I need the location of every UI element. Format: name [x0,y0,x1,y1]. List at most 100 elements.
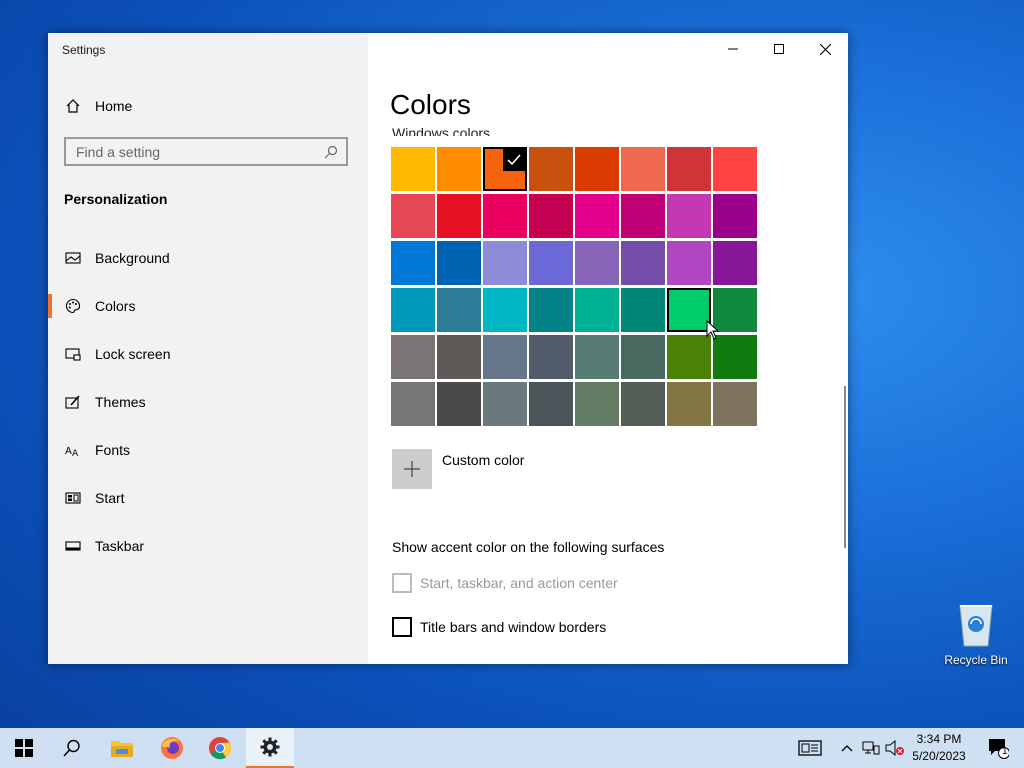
color-swatch[interactable] [667,147,711,191]
file-explorer-button[interactable] [98,728,146,768]
color-swatch[interactable] [713,194,757,238]
color-swatch[interactable] [713,147,757,191]
folder-icon [111,741,133,757]
color-swatch[interactable] [529,194,573,238]
color-swatch[interactable] [667,382,711,426]
color-swatch[interactable] [437,288,481,332]
color-swatch[interactable] [713,241,757,285]
recycle-bin-label: Recycle Bin [944,653,1008,667]
settings-button[interactable] [246,728,294,768]
clock[interactable]: 3:34 PM 5/20/2023 [908,731,970,765]
close-button[interactable] [802,33,848,65]
color-swatch[interactable] [437,194,481,238]
color-swatch[interactable] [575,382,619,426]
color-swatch[interactable] [483,288,527,332]
network-icon [862,741,880,755]
recycle-bin[interactable]: Recycle Bin [938,600,1014,667]
color-swatch[interactable] [667,288,711,332]
color-swatch[interactable] [575,288,619,332]
color-swatch[interactable] [575,241,619,285]
chrome-button[interactable] [196,728,244,768]
sidebar-item-taskbar[interactable]: Taskbar [48,530,368,562]
sidebar-item-background[interactable]: Background [48,242,368,274]
chrome-icon [209,737,232,760]
recycle-bin-icon [959,605,993,647]
color-swatch[interactable] [529,288,573,332]
volume-muted-icon [885,740,904,756]
sidebar-item-label: Lock screen [95,346,171,362]
color-swatch[interactable] [483,382,527,426]
search-input[interactable]: Find a setting [64,137,348,166]
sidebar-item-themes[interactable]: Themes [48,386,368,418]
color-swatch[interactable] [575,194,619,238]
color-swatch[interactable] [437,241,481,285]
surfaces-heading: Show accent color on the following surfa… [392,539,665,555]
color-swatch[interactable] [529,241,573,285]
news-icon [798,740,822,756]
color-swatch[interactable] [391,335,435,379]
sidebar-item-start[interactable]: Start [48,482,368,514]
color-swatch[interactable] [391,382,435,426]
color-swatch[interactable] [529,147,573,191]
color-swatch[interactable] [667,194,711,238]
search-button[interactable] [48,728,96,768]
color-swatch[interactable] [621,194,665,238]
maximize-button[interactable] [756,33,802,65]
home-icon [65,98,81,114]
sidebar-item-colors[interactable]: Colors [48,290,368,322]
action-center-button[interactable]: 1 [978,728,1018,768]
lock-screen-icon [65,346,81,362]
color-swatch[interactable] [621,241,665,285]
clock-time: 3:34 PM [916,732,962,746]
color-swatch[interactable] [529,335,573,379]
news-widget-button[interactable] [786,728,834,768]
color-swatch[interactable] [529,382,573,426]
color-swatch[interactable] [437,147,481,191]
custom-color-label[interactable]: Custom color [442,452,524,468]
windows-colors-heading: Windows colors [392,125,491,136]
color-swatch[interactable] [575,147,619,191]
sidebar-item-home[interactable]: Home [48,90,368,122]
titlebars-checkbox[interactable] [392,617,412,637]
maximize-icon [774,44,784,54]
custom-color-button[interactable] [392,449,432,489]
color-swatch[interactable] [483,335,527,379]
themes-icon [65,394,81,410]
minimize-icon [728,48,738,50]
sidebar-item-label: Fonts [95,442,131,458]
start-taskbar-checkbox[interactable] [392,573,412,593]
minimize-button[interactable] [710,33,756,65]
color-swatch[interactable] [667,241,711,285]
color-swatch[interactable] [621,147,665,191]
color-swatch[interactable] [391,288,435,332]
color-swatch[interactable] [621,288,665,332]
color-swatch[interactable] [713,335,757,379]
color-swatch[interactable] [483,194,527,238]
color-swatch[interactable] [667,335,711,379]
color-swatch[interactable] [391,194,435,238]
window-title: Settings [62,43,106,57]
color-swatch[interactable] [437,382,481,426]
color-swatch[interactable] [391,241,435,285]
color-swatch[interactable] [483,241,527,285]
show-hidden-icons-button[interactable] [834,728,860,768]
color-swatch[interactable] [575,335,619,379]
sidebar-item-lock-screen[interactable]: Lock screen [48,338,368,370]
sidebar-item-fonts[interactable]: AA Fonts [48,434,368,466]
settings-window: Settings Home Find a setting Personaliza… [48,33,848,664]
network-button[interactable] [858,728,884,768]
search-icon[interactable] [324,145,338,164]
firefox-button[interactable] [148,728,196,768]
volume-button[interactable] [882,728,908,768]
clock-date: 5/20/2023 [912,749,966,763]
sidebar-item-label: Taskbar [95,538,145,554]
color-swatch[interactable] [621,382,665,426]
color-swatch[interactable] [621,335,665,379]
color-swatch[interactable] [391,147,435,191]
scrollbar[interactable] [844,386,846,548]
palette-icon [65,298,81,314]
start-button[interactable] [0,728,48,768]
color-swatch[interactable] [713,382,757,426]
color-swatch[interactable] [437,335,481,379]
color-swatch[interactable] [483,147,527,191]
